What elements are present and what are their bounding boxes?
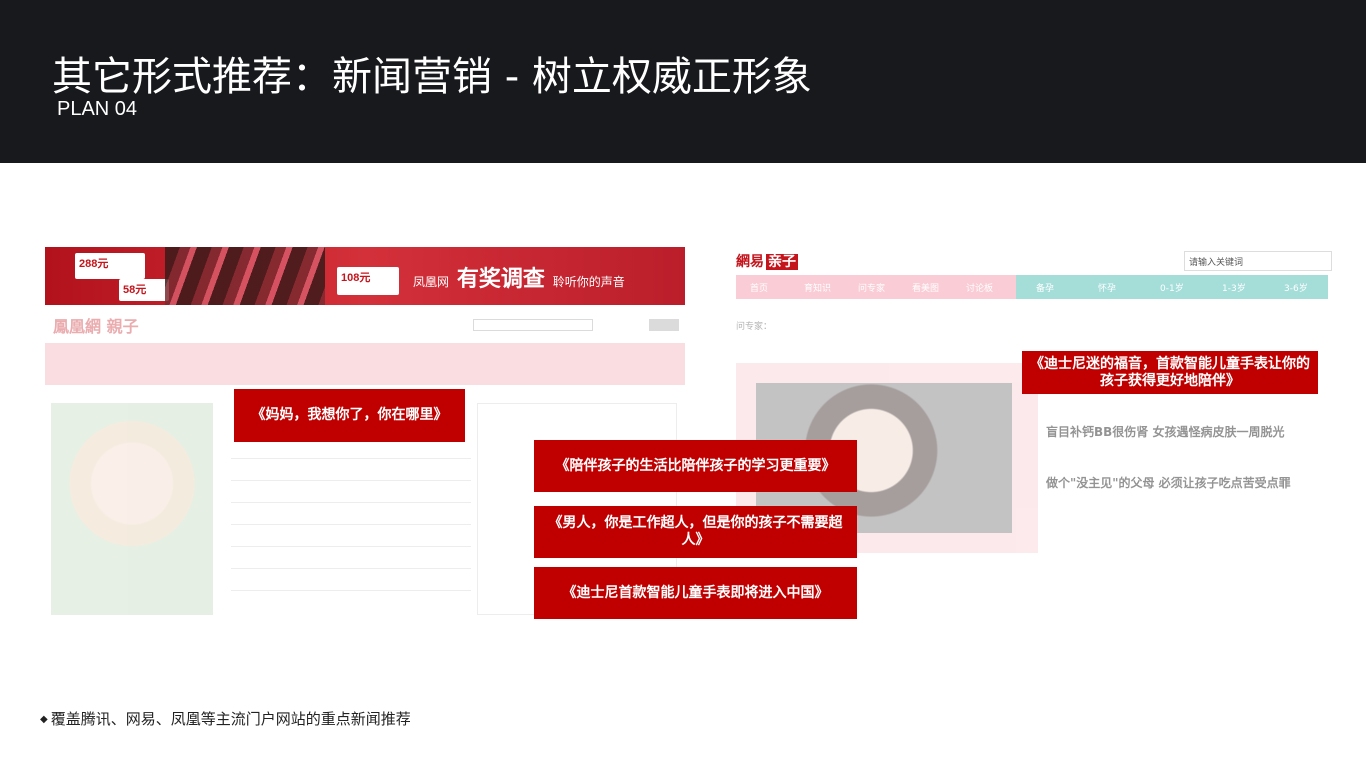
diamond-bullet-icon: ◆ (40, 714, 48, 725)
news-callout: 《男人，你是工作超人，但是你的孩子不需要超人》 (534, 506, 857, 558)
price-tag: 288元 (75, 253, 145, 279)
nav-item: 备孕 (1036, 284, 1055, 294)
breadcrumb: 问专家： (736, 322, 773, 332)
headline-list: 盲目补钙BB很伤肾 女孩遇怪病皮肤一周脱光 做个"没主见"的父母 必须让孩子吃点… (1046, 423, 1336, 525)
search-input (473, 319, 593, 331)
product-images (165, 247, 325, 305)
page-title: 其它形式推荐：新闻营销 - 树立权威正形象 (52, 54, 812, 100)
headline: 做个"没主见"的父母 必须让孩子吃点苦受点罪 (1046, 476, 1291, 490)
ifeng-survey-banner: 288元 58元 108元 凤凰网 有奖调查 聆听你的声音 (45, 247, 685, 305)
nav-item: 育知识 (804, 284, 832, 294)
news-callout: 《迪士尼迷的福音，首款智能儿童手表让你的孩子获得更好地陪伴》 (1022, 351, 1318, 394)
ifeng-nav-bar (45, 343, 685, 385)
article-list (231, 437, 471, 591)
nav-item: 0-1岁 (1160, 284, 1184, 294)
footnote-text: 覆盖腾讯、网易、凤凰等主流门户网站的重点新闻推荐 (50, 710, 411, 728)
search-input: 请输入关键词 (1184, 251, 1332, 271)
title-bar: 其它形式推荐：新闻营销 - 树立权威正形象 PLAN 04 (0, 0, 1366, 163)
netease-nav-bar: 首页 育知识 问专家 看美图 讨论板 备孕 怀孕 0-1岁 1-3岁 3-6岁 (736, 275, 1328, 299)
nav-item: 3-6岁 (1284, 284, 1308, 294)
nav-item: 1-3岁 (1222, 284, 1246, 294)
banner-suffix: 聆听你的声音 (552, 275, 625, 289)
plan-label: PLAN 04 (57, 98, 138, 120)
news-callout: 《迪士尼首款智能儿童手表即将进入中国》 (534, 567, 857, 619)
price-tag: 108元 (337, 267, 399, 295)
nav-item: 看美图 (912, 284, 940, 294)
banner-slogan: 凤凰网 有奖调查 聆听你的声音 (413, 261, 625, 293)
nav-item: 怀孕 (1098, 284, 1117, 294)
netease-header: 網易 亲子 请输入关键词 (728, 247, 1338, 275)
ifeng-logo-row: 鳳凰網 親子 (45, 307, 685, 343)
footnote: ◆ 覆盖腾讯、网易、凤凰等主流门户网站的重点新闻推荐 (40, 708, 411, 729)
news-callout: 《妈妈，我想你了，你在哪里》 (234, 389, 465, 442)
search-button (649, 319, 679, 331)
ifeng-logo: 鳳凰網 親子 (53, 317, 139, 336)
child-photo (51, 403, 213, 615)
netease-logo: 網易 亲子 (736, 254, 798, 270)
price-tag: 58元 (119, 279, 169, 301)
nav-item: 问专家 (858, 284, 886, 294)
nav-item: 讨论板 (966, 284, 994, 294)
banner-headline: 有奖调查 (456, 267, 545, 292)
banner-prefix: 凤凰网 (413, 275, 450, 289)
nav-item: 首页 (750, 284, 769, 294)
headline: 盲目补钙BB很伤肾 女孩遇怪病皮肤一周脱光 (1046, 425, 1285, 439)
news-callout: 《陪伴孩子的生活比陪伴孩子的学习更重要》 (534, 440, 857, 492)
